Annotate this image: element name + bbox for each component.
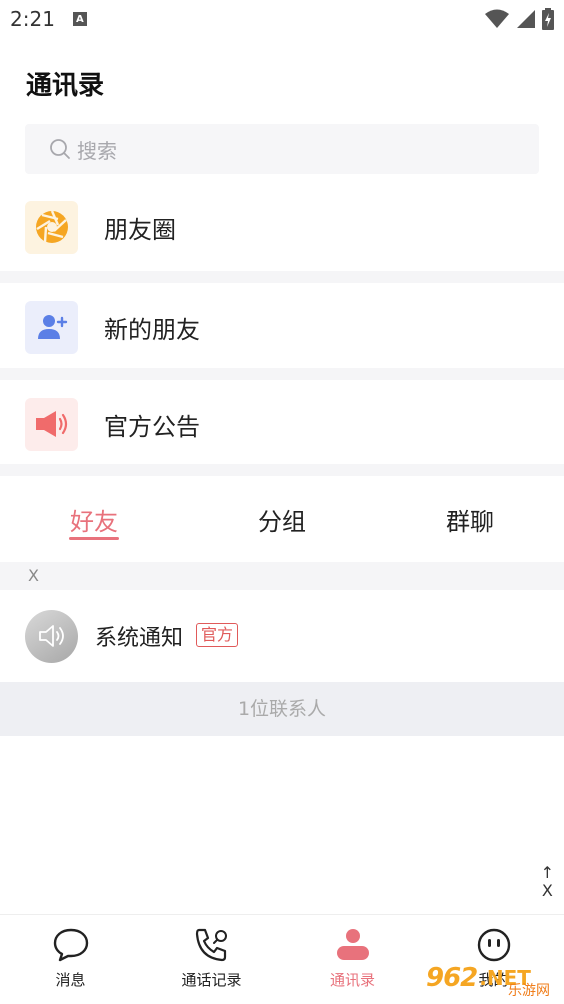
nav-call-history[interactable]: 通话记录 bbox=[141, 915, 282, 1004]
tab-label: 好友 bbox=[70, 507, 118, 536]
megaphone-icon bbox=[25, 397, 78, 451]
official-badge: 官方 bbox=[196, 623, 239, 647]
menu-label-announcements: 官方公告 bbox=[104, 412, 200, 441]
battery-icon bbox=[542, 8, 554, 30]
watermark-logo: 962 .NET 乐游网 bbox=[426, 956, 558, 1000]
menu-label-new-friends: 新的朋友 bbox=[104, 315, 200, 344]
status-right bbox=[484, 8, 554, 30]
add-user-icon bbox=[25, 300, 78, 354]
index-letter[interactable]: X bbox=[542, 882, 553, 900]
chat-bubble-icon bbox=[51, 925, 91, 965]
tab-group-chats[interactable]: 群聊 bbox=[376, 476, 564, 562]
aperture-icon bbox=[25, 200, 78, 254]
watermark-sub: 乐游网 bbox=[508, 983, 550, 999]
wifi-icon bbox=[485, 9, 509, 28]
search-icon bbox=[50, 139, 70, 159]
menu-label-moments: 朋友圈 bbox=[104, 215, 176, 244]
tab-friends[interactable]: 好友 bbox=[0, 476, 188, 562]
phone-icon bbox=[192, 925, 232, 965]
divider bbox=[0, 271, 564, 283]
tab-label: 分组 bbox=[258, 507, 306, 536]
status-left: 2:21 A bbox=[10, 7, 87, 31]
signal-icon bbox=[517, 10, 535, 28]
nav-contacts[interactable]: 通讯录 bbox=[282, 915, 423, 1004]
scroll-top-icon[interactable]: ↑ bbox=[541, 864, 554, 882]
contact-count: 1位联系人 bbox=[0, 682, 564, 736]
notification-icon: A bbox=[72, 12, 87, 26]
nav-label: 通话记录 bbox=[181, 971, 242, 989]
divider bbox=[0, 464, 564, 476]
speaker-icon bbox=[25, 609, 78, 663]
nav-messages[interactable]: 消息 bbox=[0, 915, 141, 1004]
tab-groups[interactable]: 分组 bbox=[188, 476, 376, 562]
watermark-number: 962 bbox=[426, 963, 478, 993]
alphabet-index[interactable]: ↑ X bbox=[541, 864, 554, 900]
search-placeholder: 搜索 bbox=[77, 138, 117, 163]
page-title: 通讯录 bbox=[26, 71, 105, 101]
contact-row[interactable]: 系统通知 官方 bbox=[0, 590, 564, 682]
search-input[interactable]: 搜索 bbox=[25, 124, 539, 174]
menu-item-announcements[interactable]: 官方公告 bbox=[0, 380, 564, 468]
menu-item-moments[interactable]: 朋友圈 bbox=[0, 183, 564, 271]
contact-name: 系统通知 bbox=[95, 626, 184, 651]
status-bar: 2:21 A bbox=[0, 0, 564, 38]
nav-label: 消息 bbox=[55, 971, 86, 989]
contact-tabs: 好友 分组 群聊 bbox=[0, 476, 564, 562]
nav-label: 通讯录 bbox=[329, 971, 375, 989]
tab-underline bbox=[69, 537, 119, 540]
tab-label: 群聊 bbox=[446, 507, 494, 536]
section-header: X bbox=[0, 562, 564, 590]
status-time: 2:21 bbox=[10, 7, 55, 31]
menu-item-new-friends[interactable]: 新的朋友 bbox=[0, 283, 564, 371]
contacts-icon bbox=[333, 925, 373, 965]
divider bbox=[0, 368, 564, 380]
